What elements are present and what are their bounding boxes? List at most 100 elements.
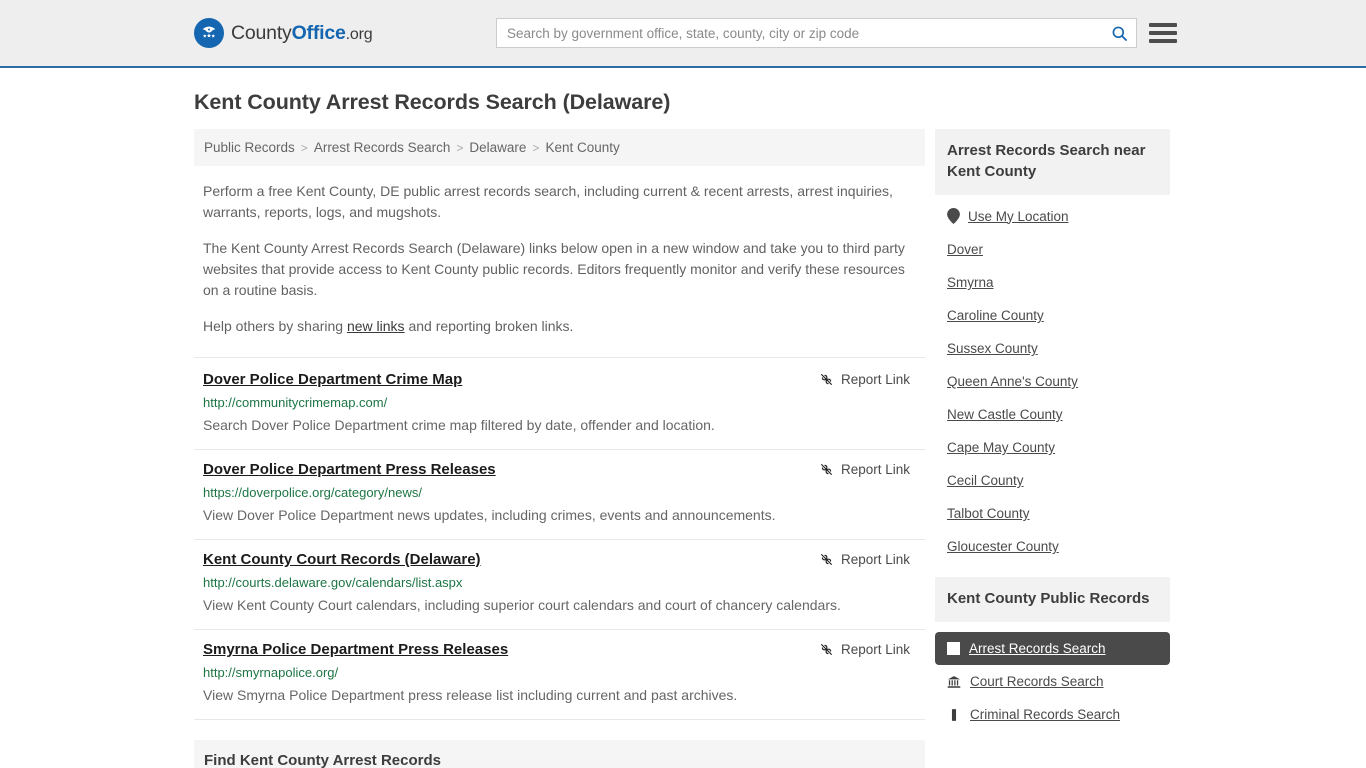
sidebar-item-smyrna[interactable]: Smyrna bbox=[947, 266, 1170, 299]
sidebar-link-label[interactable]: Talbot County bbox=[947, 506, 1030, 521]
sidebar-link-label[interactable]: Cape May County bbox=[947, 440, 1055, 455]
search-input[interactable] bbox=[497, 19, 1102, 47]
listing-description: View Dover Police Department news update… bbox=[203, 507, 776, 523]
listing-header: Dover Police Department Crime Map Report… bbox=[203, 371, 916, 388]
sidebar-item-criminal-records-search[interactable]: Criminal Records Search bbox=[935, 698, 1170, 731]
courthouse-icon bbox=[947, 675, 961, 688]
document-icon bbox=[951, 708, 957, 721]
new-links-link[interactable]: new links bbox=[347, 318, 405, 334]
sidebar-item-arrest-records-search[interactable]: Arrest Records Search bbox=[935, 632, 1170, 665]
listing-header: Smyrna Police Department Press Releases … bbox=[203, 641, 916, 658]
listing-description: View Kent County Court calendars, includ… bbox=[203, 597, 841, 613]
sidebar-nearby-title: Arrest Records Search near Kent County bbox=[935, 129, 1170, 195]
hamburger-menu-icon[interactable] bbox=[1149, 20, 1177, 46]
sidebar-public-records-title: Kent County Public Records bbox=[935, 577, 1170, 622]
search-button[interactable] bbox=[1102, 19, 1136, 47]
sidebar-item-sussex-county[interactable]: Sussex County bbox=[947, 332, 1170, 365]
sidebar-link-label[interactable]: Gloucester County bbox=[947, 539, 1059, 554]
sidebar-item-use-my-location[interactable]: Use My Location bbox=[947, 199, 1170, 233]
sidebar-link-label[interactable]: Queen Anne's County bbox=[947, 374, 1078, 389]
logo-text-org: .org bbox=[345, 25, 373, 43]
logo-wordmark: CountyOffice.org bbox=[231, 21, 373, 45]
sidebar-link-label[interactable]: Dover bbox=[947, 242, 983, 257]
sidebar-link-label[interactable]: Sussex County bbox=[947, 341, 1038, 356]
listing-title-link[interactable]: Dover Police Department Crime Map bbox=[203, 371, 462, 388]
breadcrumb-item-delaware[interactable]: Delaware bbox=[469, 140, 526, 155]
listing-url: https://doverpolice.org/category/news/ bbox=[203, 485, 422, 500]
listing-item: Smyrna Police Department Press Releases … bbox=[194, 630, 925, 720]
listing-url: http://courts.delaware.gov/calendars/lis… bbox=[203, 575, 463, 590]
listings: Dover Police Department Crime Map Report… bbox=[194, 357, 925, 720]
sidebar-link-label[interactable]: Use My Location bbox=[968, 209, 1069, 224]
listing-url: http://smyrnapolice.org/ bbox=[203, 665, 339, 680]
breadcrumb: Public Records > Arrest Records Search >… bbox=[194, 129, 925, 166]
share-text-after: and reporting broken links. bbox=[404, 318, 574, 334]
report-link-button[interactable]: Report Link bbox=[819, 552, 910, 567]
broken-chain-icon bbox=[820, 554, 832, 565]
sidebar-link-label[interactable]: Court Records Search bbox=[970, 674, 1104, 689]
logo-text-office: Office bbox=[291, 21, 346, 44]
sidebar-item-talbot-county[interactable]: Talbot County bbox=[947, 497, 1170, 530]
sidebar-link-label[interactable]: Cecil County bbox=[947, 473, 1024, 488]
breadcrumb-item-public-records[interactable]: Public Records bbox=[204, 140, 295, 155]
listing-description: View Smyrna Police Department press rele… bbox=[203, 687, 738, 703]
intro-paragraph-3: Help others by sharing new links and rep… bbox=[203, 316, 915, 337]
breadcrumb-item-arrest-records-search[interactable]: Arrest Records Search bbox=[314, 140, 451, 155]
sidebar-link-label[interactable]: Caroline County bbox=[947, 308, 1044, 323]
search-bar bbox=[496, 18, 1137, 48]
listing-header: Dover Police Department Press Releases R… bbox=[203, 461, 916, 478]
content-row: Public Records > Arrest Records Search >… bbox=[194, 129, 1172, 768]
listing-title-link[interactable]: Dover Police Department Press Releases bbox=[203, 461, 496, 478]
sidebar-link-label[interactable]: Smyrna bbox=[947, 275, 994, 290]
eagle-seal-icon bbox=[194, 18, 224, 48]
sidebar-item-gloucester-county[interactable]: Gloucester County bbox=[947, 530, 1170, 563]
listing-description: Search Dover Police Department crime map… bbox=[203, 417, 715, 433]
listing-item: Kent County Court Records (Delaware) Rep… bbox=[194, 540, 925, 630]
page-body: Kent County Arrest Records Search (Delaw… bbox=[0, 90, 1366, 768]
listing-url: http://communitycrimemap.com/ bbox=[203, 395, 388, 410]
breadcrumb-separator: > bbox=[532, 140, 540, 155]
sidebar-link-label[interactable]: Arrest Records Search bbox=[969, 641, 1106, 656]
sidebar-item-cape-may-county[interactable]: Cape May County bbox=[947, 431, 1170, 464]
page-title: Kent County Arrest Records Search (Delaw… bbox=[194, 90, 671, 114]
sidebar-link-label[interactable]: Criminal Records Search bbox=[970, 707, 1120, 722]
sidebar: Arrest Records Search near Kent County U… bbox=[935, 129, 1170, 768]
report-link-label: Report Link bbox=[840, 642, 910, 657]
sidebar-item-cecil-county[interactable]: Cecil County bbox=[947, 464, 1170, 497]
report-link-label: Report Link bbox=[840, 552, 910, 567]
site-header: CountyOffice.org bbox=[0, 0, 1366, 68]
logo-text-county: County bbox=[231, 21, 292, 44]
breadcrumb-separator: > bbox=[300, 140, 308, 155]
main-column: Public Records > Arrest Records Search >… bbox=[194, 129, 925, 768]
report-link-label: Report Link bbox=[840, 372, 910, 387]
listing-title-link[interactable]: Kent County Court Records (Delaware) bbox=[203, 551, 481, 568]
sidebar-item-dover[interactable]: Dover bbox=[947, 233, 1170, 266]
listing-title-link[interactable]: Smyrna Police Department Press Releases bbox=[203, 641, 508, 658]
listing-header: Kent County Court Records (Delaware) Rep… bbox=[203, 551, 916, 568]
report-link-button[interactable]: Report Link bbox=[819, 372, 910, 387]
intro-paragraph-2: The Kent County Arrest Records Search (D… bbox=[203, 240, 905, 298]
square-icon bbox=[947, 642, 960, 655]
sidebar-link-label[interactable]: New Castle County bbox=[947, 407, 1063, 422]
search-icon bbox=[1112, 26, 1127, 41]
sidebar-item-court-records-search[interactable]: Court Records Search bbox=[935, 665, 1170, 698]
listing-item: Dover Police Department Crime Map Report… bbox=[194, 357, 925, 450]
intro-paragraph-1: Perform a free Kent County, DE public ar… bbox=[203, 183, 893, 220]
listing-item: Dover Police Department Press Releases R… bbox=[194, 450, 925, 540]
menu-bar-1 bbox=[1149, 23, 1177, 27]
share-text-before: Help others by sharing bbox=[203, 318, 347, 334]
report-link-label: Report Link bbox=[840, 462, 910, 477]
site-logo[interactable]: CountyOffice.org bbox=[194, 18, 373, 48]
menu-bar-2 bbox=[1149, 31, 1177, 35]
sidebar-nearby-list: Use My Location Dover Smyrna Caroline Co… bbox=[935, 195, 1170, 563]
sidebar-item-queen-annes-county[interactable]: Queen Anne's County bbox=[947, 365, 1170, 398]
sidebar-item-caroline-county[interactable]: Caroline County bbox=[947, 299, 1170, 332]
report-link-button[interactable]: Report Link bbox=[819, 462, 910, 477]
menu-bar-3 bbox=[1149, 39, 1177, 43]
broken-chain-icon bbox=[820, 644, 832, 655]
sidebar-item-new-castle-county[interactable]: New Castle County bbox=[947, 398, 1170, 431]
find-records-section-header: Find Kent County Arrest Records bbox=[194, 740, 925, 768]
breadcrumb-item-kent-county[interactable]: Kent County bbox=[545, 140, 619, 155]
map-pin-icon bbox=[947, 208, 960, 224]
report-link-button[interactable]: Report Link bbox=[819, 642, 910, 657]
